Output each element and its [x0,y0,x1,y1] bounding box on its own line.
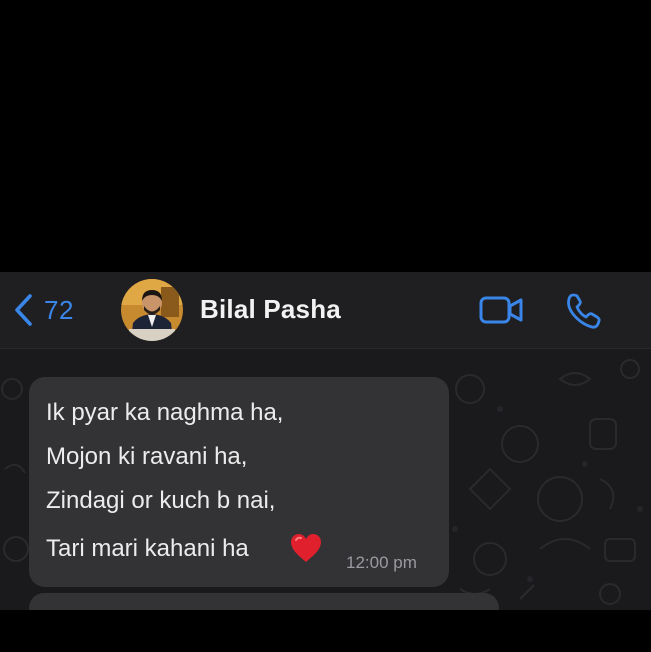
contact-avatar[interactable] [121,279,183,341]
top-black-area [0,0,651,272]
phone-icon [567,293,601,329]
video-camera-icon [479,296,523,324]
chevron-left-icon [15,294,32,326]
chat-area[interactable]: Ik pyar ka naghma ha, Mojon ki ravani ha… [0,349,651,610]
unread-count: 72 [44,294,74,325]
message-timestamp: 12:00 pm [346,553,417,572]
video-call-button[interactable] [478,292,526,328]
message-line: Tari mari kahani ha [46,535,249,562]
chat-header: 72 Bilal Pasha [0,272,651,349]
message-line: Ik pyar ka naghma ha, [46,399,284,426]
message-bubble[interactable]: Ik pyar ka naghma ha, Mojon ki ravani ha… [29,377,449,587]
contact-name[interactable]: Bilal Pasha [200,294,341,325]
bottom-black-area [0,610,651,652]
screenshot-canvas: 72 Bilal Pasha Ik pyar ka naghma ha, Moj… [0,0,651,652]
back-button[interactable]: 72 [12,292,74,328]
next-message-bubble[interactable] [29,593,499,610]
voice-call-button[interactable] [564,291,604,331]
message-line: Mojon ki ravani ha, [46,443,248,470]
message-line: Zindagi or kuch b nai, [46,487,276,514]
red-heart-icon [291,534,321,562]
